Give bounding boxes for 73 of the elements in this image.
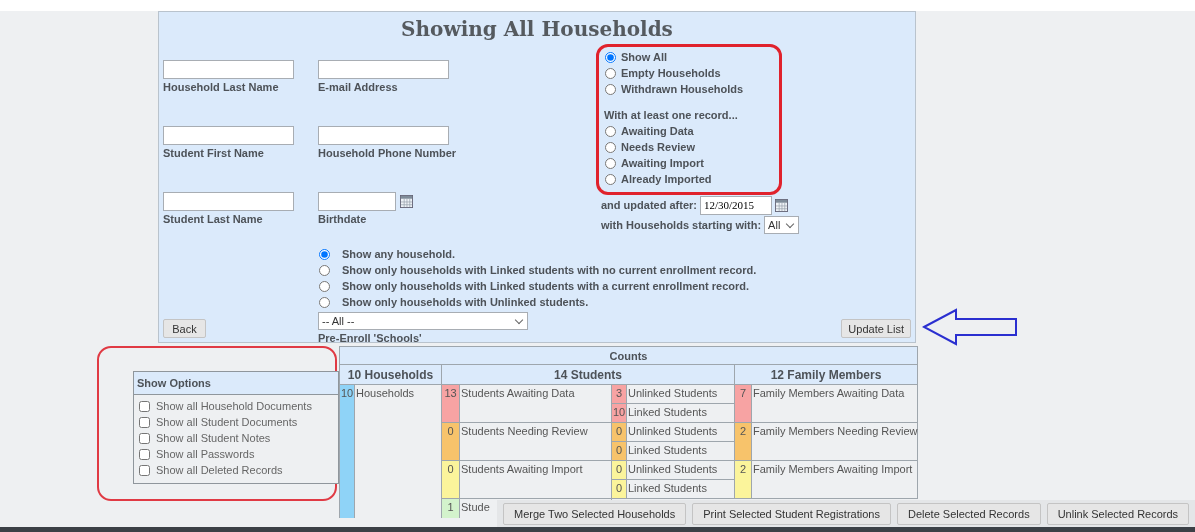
radio-button[interactable] [605, 173, 616, 185]
table-cell: Family Members Awaiting Data [751, 384, 918, 423]
field-label: E-mail Address [318, 81, 399, 93]
panel-header: Show Options [134, 372, 338, 395]
radio-label: Awaiting Data [621, 125, 694, 137]
input-field[interactable] [318, 126, 449, 145]
radio-label: Already Imported [621, 173, 712, 185]
section-label: With at least one record... [604, 109, 739, 121]
input-field[interactable] [163, 192, 294, 211]
radio-label: Empty Households [621, 67, 721, 79]
radio-button[interactable] [605, 83, 616, 95]
checkbox[interactable] [139, 448, 150, 460]
table-cell: Unlinked Students [626, 384, 735, 404]
action-button[interactable]: Delete Selected Records [896, 502, 1041, 525]
update-list-button[interactable]: Update List [841, 319, 911, 338]
checkbox-label: Show all Student Documents [156, 416, 298, 428]
calendar-icon[interactable] [774, 198, 788, 212]
field-label: Pre-Enroll 'Schools' [318, 332, 422, 344]
checkbox[interactable] [139, 432, 150, 444]
radio-button[interactable] [319, 296, 330, 308]
date-field[interactable] [318, 192, 396, 211]
input-field[interactable] [163, 60, 294, 79]
radio-label: Show only households with Linked students with a current enrollment record. [342, 280, 750, 292]
radio-label: Show only households with Unlinked students. [342, 296, 589, 308]
back-button[interactable]: Back [163, 319, 206, 338]
checkbox-label: Show all Deleted Records [156, 464, 283, 476]
action-button[interactable]: Print Selected Student Registrations [692, 502, 891, 525]
field-label: Student Last Name [163, 213, 264, 225]
radio-label: Awaiting Import [621, 157, 704, 169]
table-title: Counts [339, 346, 918, 365]
date-field[interactable]: 12/30/2015 [699, 195, 772, 215]
checkbox[interactable] [139, 400, 150, 412]
column-header: 10 Households [339, 364, 442, 385]
checkbox-label: Show all Household Documents [156, 400, 312, 412]
radio-button[interactable] [319, 280, 330, 292]
letter-dropdown[interactable]: All [764, 216, 800, 234]
radio-button[interactable] [319, 248, 330, 260]
input-field[interactable] [163, 126, 294, 145]
table-cell: Family Members Needing Review [751, 422, 918, 461]
radio-button[interactable] [605, 67, 616, 79]
radio-button[interactable] [605, 157, 616, 169]
table-cell: Unlinked Students [626, 422, 735, 442]
page-title: Showing All Households [400, 17, 674, 42]
field-label: Household Last Name [163, 81, 280, 93]
calendar-icon[interactable] [400, 195, 413, 208]
input-field[interactable] [318, 60, 449, 79]
radio-label: Show only households with Linked students with no current enrollment record. [342, 264, 757, 276]
field-label: Student First Name [163, 147, 265, 159]
checkbox-label: Show all Passwords [156, 448, 255, 460]
table-cell: Students Needing Review [459, 422, 612, 461]
radio-label: Withdrawn Households [621, 83, 744, 95]
radio-button[interactable] [319, 264, 330, 276]
radio-button[interactable] [605, 51, 616, 63]
table-cell: Family Members Awaiting Import [751, 460, 918, 499]
action-button[interactable]: Merge Two Selected Households [503, 502, 687, 525]
radio-button[interactable] [605, 141, 616, 153]
field-label: Birthdate [318, 213, 368, 225]
schools-dropdown[interactable]: -- All -- [318, 312, 528, 330]
table-cell: Students Awaiting Data [459, 384, 612, 423]
count-cell: 10 [339, 384, 355, 518]
radio-label: Show any household. [342, 248, 456, 260]
field-label: Household Phone Number [318, 147, 458, 159]
checkbox[interactable] [139, 464, 150, 476]
field-label: with Households starting with: [601, 219, 762, 231]
action-button[interactable]: Unlink Selected Records [1046, 502, 1190, 525]
field-label: and updated after: [601, 199, 697, 211]
radio-label: Needs Review [621, 141, 695, 153]
checkbox[interactable] [139, 416, 150, 428]
table-cell: Students Awaiting Import [459, 460, 612, 499]
table-cell: Unlinked Students [626, 460, 735, 480]
radio-button[interactable] [605, 125, 616, 137]
checkbox-label: Show all Student Notes [156, 432, 271, 444]
radio-label: Show All [621, 51, 668, 63]
